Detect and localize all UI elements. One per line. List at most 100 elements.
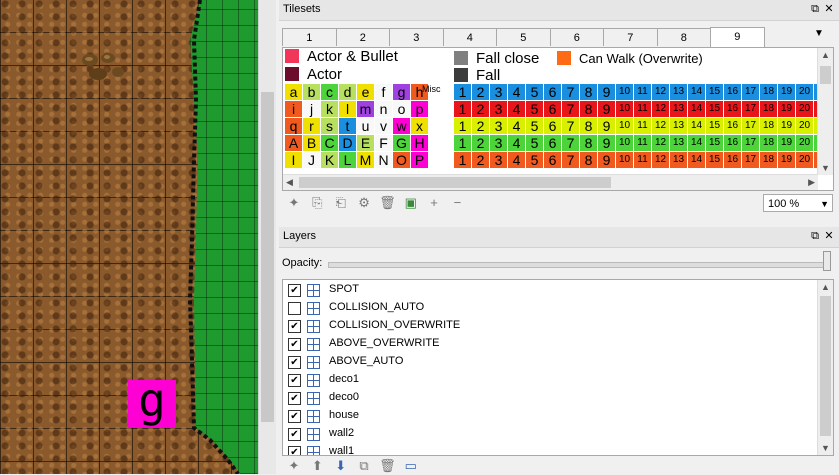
layer-row[interactable]: ✔ COLLISION_OVERWRITE — [283, 317, 818, 335]
layer-row[interactable]: COLLISION_AUTO — [283, 299, 818, 317]
tileset-view[interactable]: Actor & Bullet Actor Fall close Fall Can Wal… — [282, 47, 834, 191]
tile-number-18[interactable]: 18 — [760, 84, 777, 100]
scrollbar-thumb[interactable] — [299, 177, 611, 188]
layer-visible-checkbox[interactable]: ✔ — [288, 338, 301, 351]
tile-i[interactable]: i — [285, 101, 302, 117]
tile-N[interactable]: N — [375, 152, 392, 168]
layer-visible-checkbox[interactable]: ✔ — [288, 284, 301, 297]
tile-number-2[interactable]: 2 — [472, 84, 489, 100]
tile-g[interactable]: g — [393, 84, 410, 100]
tile-number-6[interactable]: 6 — [544, 84, 561, 100]
tile-number-14[interactable]: 14 — [688, 101, 705, 117]
tile-x[interactable]: x — [411, 118, 428, 134]
opacity-slider[interactable] — [328, 262, 830, 268]
tile-number-3[interactable]: 3 — [490, 135, 507, 151]
scroll-up-icon[interactable]: ▲ — [821, 50, 830, 60]
tab-9[interactable]: 9 — [710, 27, 765, 47]
layer-row[interactable]: ✔ wall1 — [283, 443, 818, 455]
map-vertical-scrollbar[interactable] — [258, 0, 277, 474]
import-tileset-icon[interactable]: ⎘ — [307, 194, 327, 212]
float-icon[interactable]: ⧉ — [808, 3, 822, 16]
tile-number-15[interactable]: 15 — [706, 118, 723, 134]
tile-number-19[interactable]: 19 — [778, 152, 795, 168]
tile-number-7[interactable]: 7 — [562, 118, 579, 134]
tile-f[interactable]: f — [375, 84, 392, 100]
opacity-slider-handle[interactable] — [823, 251, 831, 271]
tile-b[interactable]: b — [303, 84, 320, 100]
tile-number-3[interactable]: 3 — [490, 101, 507, 117]
tile-number-11[interactable]: 11 — [634, 118, 651, 134]
tile-number-20[interactable]: 20 — [796, 118, 813, 134]
tile-number-14[interactable]: 14 — [688, 152, 705, 168]
tile-t[interactable]: t — [339, 118, 356, 134]
tile-M[interactable]: M — [357, 152, 374, 168]
tile-number-16[interactable]: 16 — [724, 152, 741, 168]
tile-number-8[interactable]: 8 — [580, 84, 597, 100]
layer-properties-icon[interactable]: ▭ — [401, 457, 421, 475]
number-tiles[interactable]: 1234567891011121314151617181920211234567… — [454, 84, 832, 169]
tile-number-2[interactable]: 2 — [472, 101, 489, 117]
tile-G[interactable]: G — [393, 135, 410, 151]
tile-number-13[interactable]: 13 — [670, 152, 687, 168]
tile-r[interactable]: r — [303, 118, 320, 134]
delete-icon[interactable]: 🗑 — [377, 194, 397, 212]
tile-number-15[interactable]: 15 — [706, 84, 723, 100]
tile-number-9[interactable]: 9 — [598, 152, 615, 168]
tile-number-17[interactable]: 17 — [742, 118, 759, 134]
tab-4[interactable]: 4 — [442, 28, 497, 46]
tile-number-12[interactable]: 12 — [652, 84, 669, 100]
tile-number-16[interactable]: 16 — [724, 135, 741, 151]
tile-number-13[interactable]: 13 — [670, 135, 687, 151]
layer-row[interactable]: ✔ SPOT — [283, 281, 818, 299]
tile-C[interactable]: C — [321, 135, 338, 151]
tile-number-13[interactable]: 13 — [670, 101, 687, 117]
layer-visible-checkbox[interactable]: ✔ — [288, 374, 301, 387]
tab-5[interactable]: 5 — [496, 28, 551, 46]
tile-number-1[interactable]: 1 — [454, 101, 471, 117]
tile-j[interactable]: j — [303, 101, 320, 117]
tile-number-7[interactable]: 7 — [562, 135, 579, 151]
scrollbar-thumb[interactable] — [261, 92, 274, 422]
tile-number-17[interactable]: 17 — [742, 152, 759, 168]
tile-number-3[interactable]: 3 — [490, 118, 507, 134]
layer-row[interactable]: ✔ ABOVE_AUTO — [283, 353, 818, 371]
layer-row[interactable]: ✔ wall2 — [283, 425, 818, 443]
tile-p[interactable]: p — [411, 101, 428, 117]
tile-number-4[interactable]: 4 — [508, 152, 525, 168]
tile-number-19[interactable]: 19 — [778, 135, 795, 151]
tile-s[interactable]: s — [321, 118, 338, 134]
tile-number-14[interactable]: 14 — [688, 84, 705, 100]
tile-number-3[interactable]: 3 — [490, 84, 507, 100]
tile-number-12[interactable]: 12 — [652, 135, 669, 151]
tile-number-12[interactable]: 12 — [652, 152, 669, 168]
tile-number-5[interactable]: 5 — [526, 152, 543, 168]
tile-number-2[interactable]: 2 — [472, 135, 489, 151]
tile-P[interactable]: P — [411, 152, 428, 168]
tile-number-9[interactable]: 9 — [598, 118, 615, 134]
tab-2[interactable]: 2 — [335, 28, 390, 46]
tile-L[interactable]: L — [339, 152, 356, 168]
tile-number-20[interactable]: 20 — [796, 84, 813, 100]
letter-tiles[interactable]: abcdefghijklmnopqrstuvwxABCDEFGHIJKLMNOP — [285, 84, 429, 169]
delete-icon[interactable]: 🗑 — [377, 457, 397, 475]
export-tileset-icon[interactable]: ⎗ — [331, 194, 351, 212]
layer-row[interactable]: ✔ ABOVE_OVERWRITE — [283, 335, 818, 353]
chevron-down-icon[interactable]: ▼ — [814, 28, 824, 39]
layer-visible-checkbox[interactable]: ✔ — [288, 356, 301, 369]
tile-number-4[interactable]: 4 — [508, 118, 525, 134]
scroll-right-icon[interactable]: ▶ — [808, 177, 815, 188]
tile-K[interactable]: K — [321, 152, 338, 168]
tile-number-18[interactable]: 18 — [760, 135, 777, 151]
layer-list[interactable]: ✔ SPOT COLLISION_AUTO ✔ COLLISION_OVERWRITE ✔… — [282, 279, 834, 456]
scrollbar-thumb[interactable] — [820, 66, 831, 84]
tile-l[interactable]: l — [339, 101, 356, 117]
tile-e[interactable]: e — [357, 84, 374, 100]
close-icon[interactable]: ✕ — [822, 229, 836, 242]
tile-number-8[interactable]: 8 — [580, 118, 597, 134]
tab-6[interactable]: 6 — [549, 28, 604, 46]
tile-number-1[interactable]: 1 — [454, 84, 471, 100]
tile-number-6[interactable]: 6 — [544, 101, 561, 117]
tile-number-3[interactable]: 3 — [490, 152, 507, 168]
tile-number-1[interactable]: 1 — [454, 152, 471, 168]
image-icon[interactable]: ▣ — [401, 194, 421, 212]
